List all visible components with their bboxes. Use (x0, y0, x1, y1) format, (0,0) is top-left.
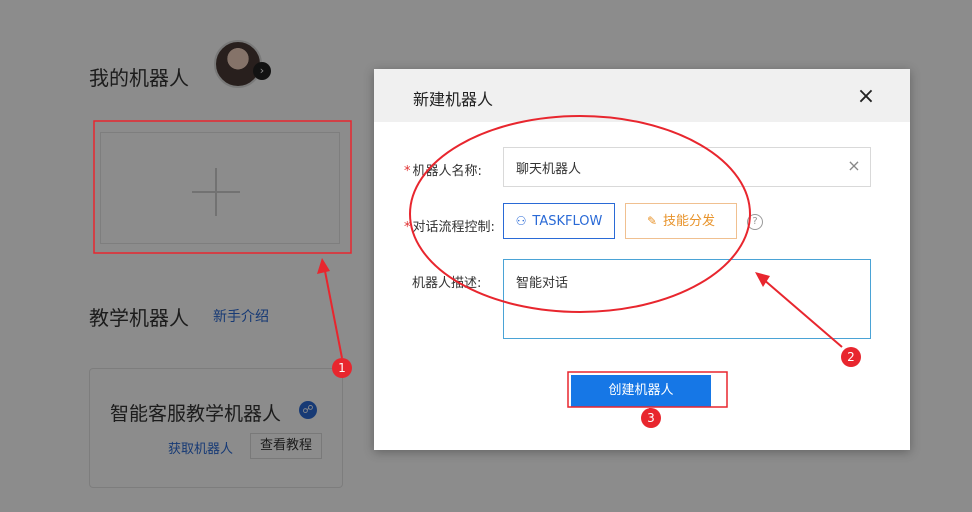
skill-dispatch-option-button[interactable]: ✎ 技能分发 (625, 203, 737, 239)
required-mark: * (404, 164, 411, 179)
robot-name-label-text: 机器人名称: (412, 164, 482, 179)
skill-icon: ✎ (646, 214, 658, 228)
new-robot-modal: 新建机器人 × *机器人名称: × *对话流程控制: ⚇TASKFLOW ✎技能… (374, 69, 910, 450)
flow-control-label-text: 对话流程控制: (412, 220, 495, 235)
robot-description-label: 机器人描述: (412, 276, 482, 291)
annotation-marker-2: 2 (841, 347, 861, 367)
clear-icon[interactable]: × (845, 157, 863, 175)
taskflow-option-button[interactable]: ⚇ TASKFLOW (503, 203, 615, 239)
flow-control-label: * 对话流程控制: (404, 216, 495, 235)
robot-name-input[interactable] (503, 147, 871, 187)
skill-dispatch-option-label: 技能分发 (663, 214, 716, 229)
close-icon[interactable]: × (856, 86, 876, 108)
required-mark: * (404, 220, 411, 235)
flow-icon: ⚇ (515, 214, 527, 228)
taskflow-option-label: TASKFLOW (532, 214, 603, 229)
create-robot-button[interactable]: 创建机器人 (571, 375, 711, 407)
modal-title: 新建机器人 (413, 90, 494, 109)
annotation-marker-1: 1 (332, 358, 352, 378)
robot-name-label: * 机器人名称: (404, 160, 482, 179)
modal-header: 新建机器人 × (374, 69, 910, 122)
robot-description-textarea[interactable]: 智能对话 (503, 259, 871, 339)
annotation-marker-3: 3 (641, 408, 661, 428)
help-icon[interactable]: ? (747, 214, 763, 230)
